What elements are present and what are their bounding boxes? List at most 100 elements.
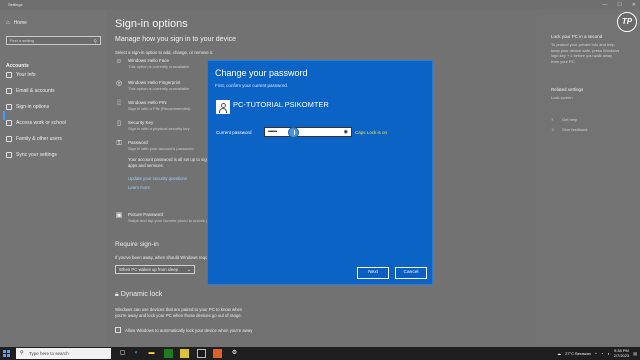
app-icon-yellow[interactable] xyxy=(180,349,189,358)
get-help-link[interactable]: Get help xyxy=(562,117,577,123)
update-security-questions-link[interactable]: Update your security questions xyxy=(128,176,187,181)
search-placeholder: Find a setting xyxy=(10,38,35,43)
username: PC-TUTORIAL PSIKOMTER xyxy=(233,100,329,109)
sidebar-item-family[interactable]: Family & other users xyxy=(6,136,62,142)
mail-icon xyxy=(6,88,12,94)
sidebar-item-sync[interactable]: Sync your settings xyxy=(6,152,57,158)
reveal-password-icon[interactable]: ◉ xyxy=(344,128,348,137)
option-title: Windows Hello Fingerprint xyxy=(128,80,181,85)
tray-chevron-icon[interactable]: ^ xyxy=(595,351,597,356)
checkbox-box[interactable] xyxy=(115,327,121,333)
password-value: ••••••• xyxy=(268,129,277,135)
network-icon[interactable]: ◔ xyxy=(601,351,603,356)
app-icon-dark[interactable] xyxy=(197,349,206,358)
dynamic-lock-title: 🔒︎ Dynamic lock xyxy=(115,291,162,299)
person-icon xyxy=(6,72,12,78)
window-controls: — ☐ ✕ xyxy=(602,0,636,10)
option-sub: Sign in with your account's password xyxy=(128,146,194,151)
require-signin-dropdown[interactable]: When PC wakes up from sleep ⌄ xyxy=(115,265,195,274)
sidebar-item-home[interactable]: ⌂ Home xyxy=(6,20,27,26)
face-icon: ☺ xyxy=(115,58,123,65)
option-sub: Sign in with a PIN (Recommended) xyxy=(128,106,191,111)
clock-date: 2/7/2023 xyxy=(613,352,630,358)
cancel-button[interactable]: Cancel xyxy=(395,267,427,279)
next-button[interactable]: Next xyxy=(357,267,389,279)
option-sub: This option is currently unavailable xyxy=(128,86,190,91)
lock-tip-title: Lock your PC in a second xyxy=(551,34,603,39)
app-icon-orange[interactable] xyxy=(213,349,222,358)
sidebar-item-label: Email & accounts xyxy=(16,88,55,94)
volume-icon[interactable]: ◖ xyxy=(607,351,609,356)
search-icon: ⚲ xyxy=(93,39,97,45)
dynamic-lock-desc-2: you're away and lock your PC when those … xyxy=(115,313,242,318)
caps-lock-warning: Caps Lock is on xyxy=(355,130,388,135)
password-icon: ⚿ xyxy=(116,140,122,147)
option-password[interactable]: ⚿ Password Sign in with your account's pa… xyxy=(115,140,193,151)
sidebar-item-sign-in[interactable]: Sign-in options xyxy=(6,104,49,110)
password-note-2: apps and services. xyxy=(128,163,164,168)
app-icon-green[interactable] xyxy=(164,349,173,358)
lock-tip-line: from your PC. xyxy=(551,58,576,64)
lock-screen-link[interactable]: Lock screen xyxy=(551,95,573,101)
picture-icon: ▣ xyxy=(115,212,123,219)
fingerprint-icon: ◎ xyxy=(115,80,123,87)
learn-more-link[interactable]: Learn more xyxy=(128,185,150,190)
sidebar: ⌂ Home Find a setting ⚲ Accounts Your in… xyxy=(0,10,107,347)
clock[interactable]: 9:38 PM 2/7/2023 xyxy=(613,348,630,359)
chevron-down-icon: ⌄ xyxy=(186,267,191,273)
sidebar-item-your-info[interactable]: Your info xyxy=(6,72,36,78)
system-tray: ☁ 27°C Berawan ^ ◔ ◖ 9:38 PM 2/7/2023 ▤ xyxy=(557,347,637,360)
current-password-input[interactable]: ••••••• ◉ xyxy=(264,126,352,138)
close-button[interactable]: ✕ xyxy=(632,0,636,10)
change-password-dialog: Change your password First, confirm your… xyxy=(207,60,433,285)
user-icon-body xyxy=(219,108,227,113)
dynamic-lock-desc: Windows can use devices that are paired … xyxy=(115,307,243,312)
briefcase-icon xyxy=(6,120,12,126)
sidebar-item-work-school[interactable]: Access work or school xyxy=(6,120,66,126)
minimize-button[interactable]: — xyxy=(602,0,607,10)
home-icon: ⌂ xyxy=(6,20,10,26)
option-title: Windows Hello Face xyxy=(128,58,170,63)
active-indicator xyxy=(3,111,5,120)
channel-logo: TP xyxy=(617,12,637,32)
edge-icon[interactable]: ◐ xyxy=(132,349,141,358)
sidebar-item-label: Family & other users xyxy=(16,136,62,142)
mouse-cursor-highlight xyxy=(288,126,299,138)
sidebar-item-label: Access work or school xyxy=(16,120,66,126)
taskbar: ⚲ Type here to search ▢ ◐ ▬ ⚙ ☁ 27°C Ber… xyxy=(0,347,640,360)
lock-icon: 🔒︎ xyxy=(115,291,119,298)
dynamic-lock-checkbox[interactable]: Allow Windows to automatically lock your… xyxy=(115,327,252,333)
notification-icon[interactable]: ▤ xyxy=(633,351,637,356)
require-signin-title: Require sign-in xyxy=(115,241,159,248)
find-setting-input[interactable]: Find a setting ⚲ xyxy=(6,36,101,45)
intro-text: Select a sign-in option to add, change, … xyxy=(115,50,214,55)
weather-icon: ☁ xyxy=(557,351,562,356)
checkbox-label: Allow Windows to automatically lock your… xyxy=(125,327,253,333)
task-view-icon[interactable]: ▢ xyxy=(118,349,127,358)
dynamic-lock-title-text: Dynamic lock xyxy=(120,291,163,298)
file-explorer-icon[interactable]: ▬ xyxy=(147,349,156,358)
dropdown-value: When PC wakes up from sleep xyxy=(119,267,178,272)
give-feedback-link[interactable]: Give feedback xyxy=(562,127,588,133)
help-icon: ? xyxy=(551,117,554,122)
sidebar-item-label: Your info xyxy=(16,72,36,78)
sidebar-item-email[interactable]: Email & accounts xyxy=(6,88,55,94)
maximize-button[interactable]: ☐ xyxy=(617,0,621,10)
user-icon xyxy=(220,102,226,108)
dialog-title: Change your password xyxy=(215,68,308,78)
option-security-key[interactable]: ▯ Security Key Sign in with a physical se… xyxy=(115,120,190,131)
window-title: Settings xyxy=(8,2,23,7)
option-sub: Sign in with a physical security key xyxy=(128,126,190,131)
option-sub: This option is currently unavailable xyxy=(128,64,190,69)
sync-icon xyxy=(6,152,12,158)
windows-start-icon[interactable] xyxy=(3,350,10,357)
option-fingerprint[interactable]: ◎ Windows Hello Fingerprint This option i… xyxy=(115,80,189,91)
page-subtitle: Manage how you sign in to your device xyxy=(115,36,237,43)
search-icon: ⚲ xyxy=(20,350,24,356)
option-face[interactable]: ☺ Windows Hello Face This option is curre… xyxy=(115,58,189,69)
settings-gear-icon[interactable]: ⚙ xyxy=(230,349,239,358)
taskbar-search-input[interactable]: ⚲ Type here to search xyxy=(16,348,111,359)
option-pin[interactable]: ⁞⁞ Windows Hello PIN Sign in with a PIN (… xyxy=(115,100,190,111)
option-title: Windows Hello PIN xyxy=(128,100,167,105)
right-panel: Lock your PC in a second To protect your… xyxy=(537,10,640,347)
